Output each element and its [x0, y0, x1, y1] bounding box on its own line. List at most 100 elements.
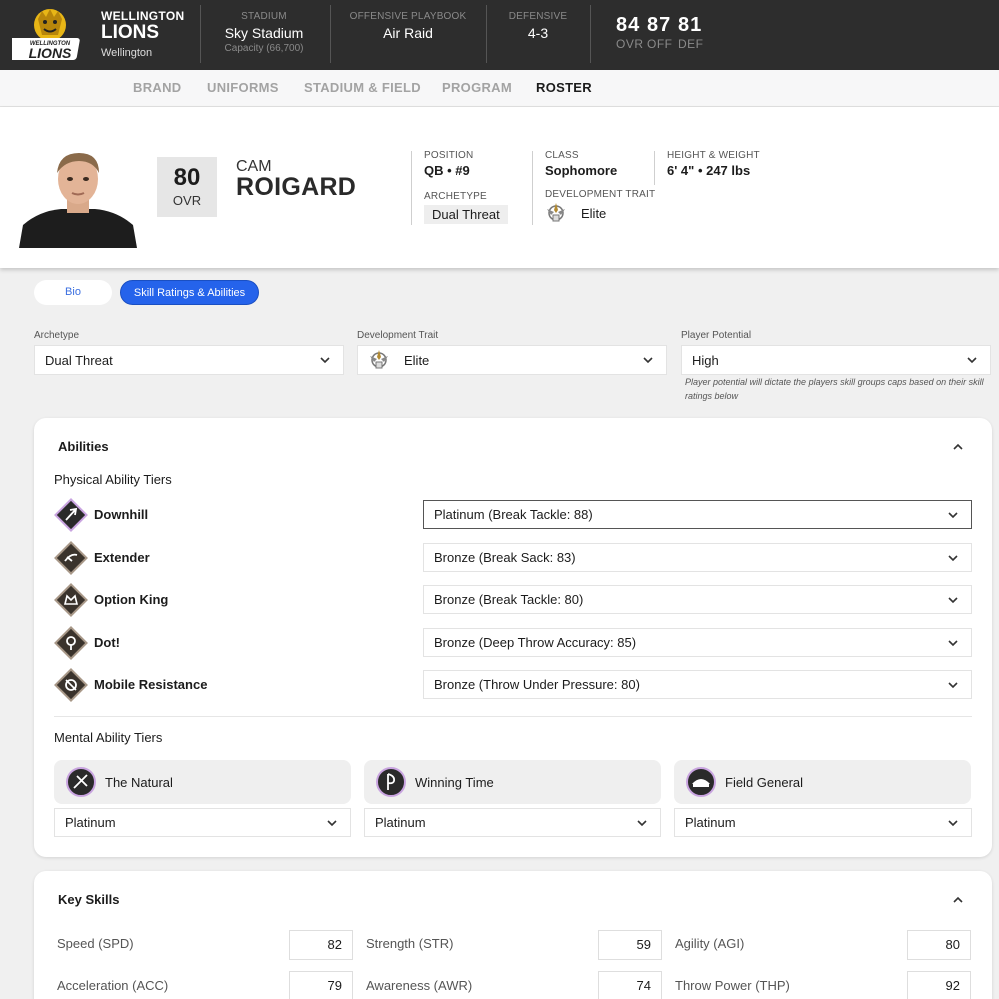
nav-stadium-field[interactable]: STADIUM & FIELD	[304, 80, 421, 95]
chevron-up-icon[interactable]	[952, 894, 964, 906]
class-value: Sophomore	[545, 163, 618, 178]
mental-ability-card[interactable]: Field General	[674, 760, 971, 804]
ability-tier-value: Bronze (Deep Throw Accuracy: 85)	[434, 635, 637, 650]
dot-icon	[54, 626, 88, 660]
skill-value-input[interactable]: 80	[907, 930, 971, 960]
mental-ability-card[interactable]: The Natural	[54, 760, 351, 804]
abilities-title: Abilities	[58, 439, 109, 454]
mental-tier-select[interactable]: Platinum	[674, 808, 972, 837]
chevron-down-icon	[967, 357, 977, 364]
extender-icon	[54, 541, 88, 575]
tab-bio[interactable]: Bio	[34, 280, 112, 305]
team-ovr-label: OVR	[616, 37, 644, 51]
archetype-select[interactable]: Dual Threat	[34, 345, 344, 375]
ability-tier-select[interactable]: Bronze (Break Sack: 83)	[423, 543, 972, 572]
mental-tier-value: Platinum	[65, 815, 116, 830]
stadium-name: Sky Stadium	[224, 25, 304, 41]
skill-value-input[interactable]: 79	[289, 971, 353, 999]
attr-height-weight: HEIGHT & WEIGHT 6' 4" • 247 lbs	[667, 150, 760, 178]
player-card: 80 OVR CAM ROIGARD POSITION QB • #9 CLAS…	[0, 107, 999, 268]
ability-tier-value: Bronze (Throw Under Pressure: 80)	[434, 677, 640, 692]
player-overall-label: OVR	[172, 193, 202, 208]
skill-value-input[interactable]: 74	[598, 971, 662, 999]
ability-name: Dot!	[94, 635, 120, 650]
team-ratings: 84 87 81 OVR OFF DEF	[616, 14, 709, 51]
svg-text:LIONS: LIONS	[29, 45, 72, 61]
ability-tier-select[interactable]: Bronze (Throw Under Pressure: 80)	[423, 670, 972, 699]
physical-tiers-label: Physical Ability Tiers	[54, 472, 172, 487]
ability-name: Option King	[94, 592, 169, 607]
chevron-down-icon	[948, 639, 958, 646]
attr-divider	[654, 151, 655, 185]
potential-select[interactable]: High	[681, 345, 991, 375]
tab-skill-ratings[interactable]: Skill Ratings & Abilities	[120, 280, 259, 305]
player-last-name: ROIGARD	[236, 173, 357, 201]
ability-tier-select[interactable]: Platinum (Break Tackle: 88)	[423, 500, 972, 529]
nav-roster[interactable]: ROSTER	[536, 80, 592, 95]
dev-trait-label: DEVELOPMENT TRAIT	[545, 189, 656, 200]
mobile-resistance-icon	[54, 668, 88, 702]
nav-brand[interactable]: BRAND	[133, 80, 181, 95]
header-divider	[590, 5, 591, 63]
team-ovr-value: 84	[616, 14, 641, 36]
nav-program[interactable]: PROGRAM	[442, 80, 512, 95]
header-divider	[330, 5, 331, 63]
skill-label: Strength (STR)	[366, 936, 454, 951]
header-divider	[486, 5, 487, 63]
team-def-label: DEF	[678, 37, 704, 51]
position-label: POSITION	[424, 150, 474, 161]
mental-tier-select[interactable]: Platinum	[54, 808, 351, 837]
elite-trait-icon	[370, 350, 388, 369]
stadium-label: STADIUM	[241, 11, 287, 22]
chevron-down-icon	[948, 819, 958, 826]
skill-value-input[interactable]: 92	[907, 971, 971, 999]
skill-label: Speed (SPD)	[57, 936, 134, 951]
attr-archetype: ARCHETYPE Dual Threat	[424, 191, 508, 224]
ability-tier-value: Bronze (Break Sack: 83)	[434, 550, 576, 565]
position-value: QB • #9	[424, 163, 470, 178]
team-def-value: 81	[678, 14, 703, 36]
mental-tier-value: Platinum	[685, 815, 736, 830]
dev-trait-select[interactable]: Elite	[357, 345, 667, 375]
ability-tier-select[interactable]: Bronze (Break Tackle: 80)	[423, 585, 972, 614]
lions-logo: WELLINGTON LIONS	[12, 9, 80, 61]
mental-ability-name: The Natural	[105, 775, 173, 790]
height-weight-value: 6' 4" • 247 lbs	[667, 163, 751, 178]
team-city: WELLINGTON	[101, 9, 185, 23]
chevron-up-icon[interactable]	[952, 441, 964, 453]
stadium-info: STADIUM Sky Stadium Capacity (66,700)	[214, 11, 314, 54]
team-info: WELLINGTON LIONS Wellington	[101, 9, 184, 59]
class-label: CLASS	[545, 150, 579, 161]
player-portrait	[19, 147, 137, 248]
attr-dev-trait: DEVELOPMENT TRAIT Elite	[545, 189, 655, 224]
mental-tiers-label: Mental Ability Tiers	[54, 730, 163, 745]
ability-name: Downhill	[94, 507, 149, 522]
height-weight-label: HEIGHT & WEIGHT	[667, 150, 760, 161]
chevron-down-icon	[948, 681, 958, 688]
ability-tier-select[interactable]: Bronze (Deep Throw Accuracy: 85)	[423, 628, 972, 657]
header-divider	[200, 5, 201, 63]
stadium-capacity: Capacity (66,700)	[224, 43, 304, 54]
mental-tier-select[interactable]: Platinum	[364, 808, 661, 837]
nav-uniforms[interactable]: UNIFORMS	[207, 80, 279, 95]
offense-label: OFFENSIVE PLAYBOOK	[349, 11, 467, 22]
option-king-icon	[54, 583, 88, 617]
mental-ability-card[interactable]: Winning Time	[364, 760, 661, 804]
chevron-down-icon	[637, 819, 647, 826]
ability-tier-value: Bronze (Break Tackle: 80)	[434, 592, 584, 607]
attr-divider	[411, 151, 412, 225]
archetype-pill: Dual Threat	[424, 205, 508, 224]
skill-label: Awareness (AWR)	[366, 978, 473, 993]
potential-hint: Player potential will dictate the player…	[685, 377, 984, 401]
potential-field-label: Player Potential	[681, 330, 752, 341]
archetype-label: ARCHETYPE	[424, 191, 487, 202]
dev-trait-value: Elite	[581, 205, 607, 221]
the-natural-icon	[66, 767, 96, 797]
attr-position: POSITION QB • #9	[424, 150, 473, 178]
team-location: Wellington	[101, 47, 153, 59]
chevron-down-icon	[327, 819, 337, 826]
skill-value-input[interactable]: 59	[598, 930, 662, 960]
attr-divider	[532, 151, 533, 225]
team-off-label: OFF	[647, 37, 673, 51]
skill-value-input[interactable]: 82	[289, 930, 353, 960]
